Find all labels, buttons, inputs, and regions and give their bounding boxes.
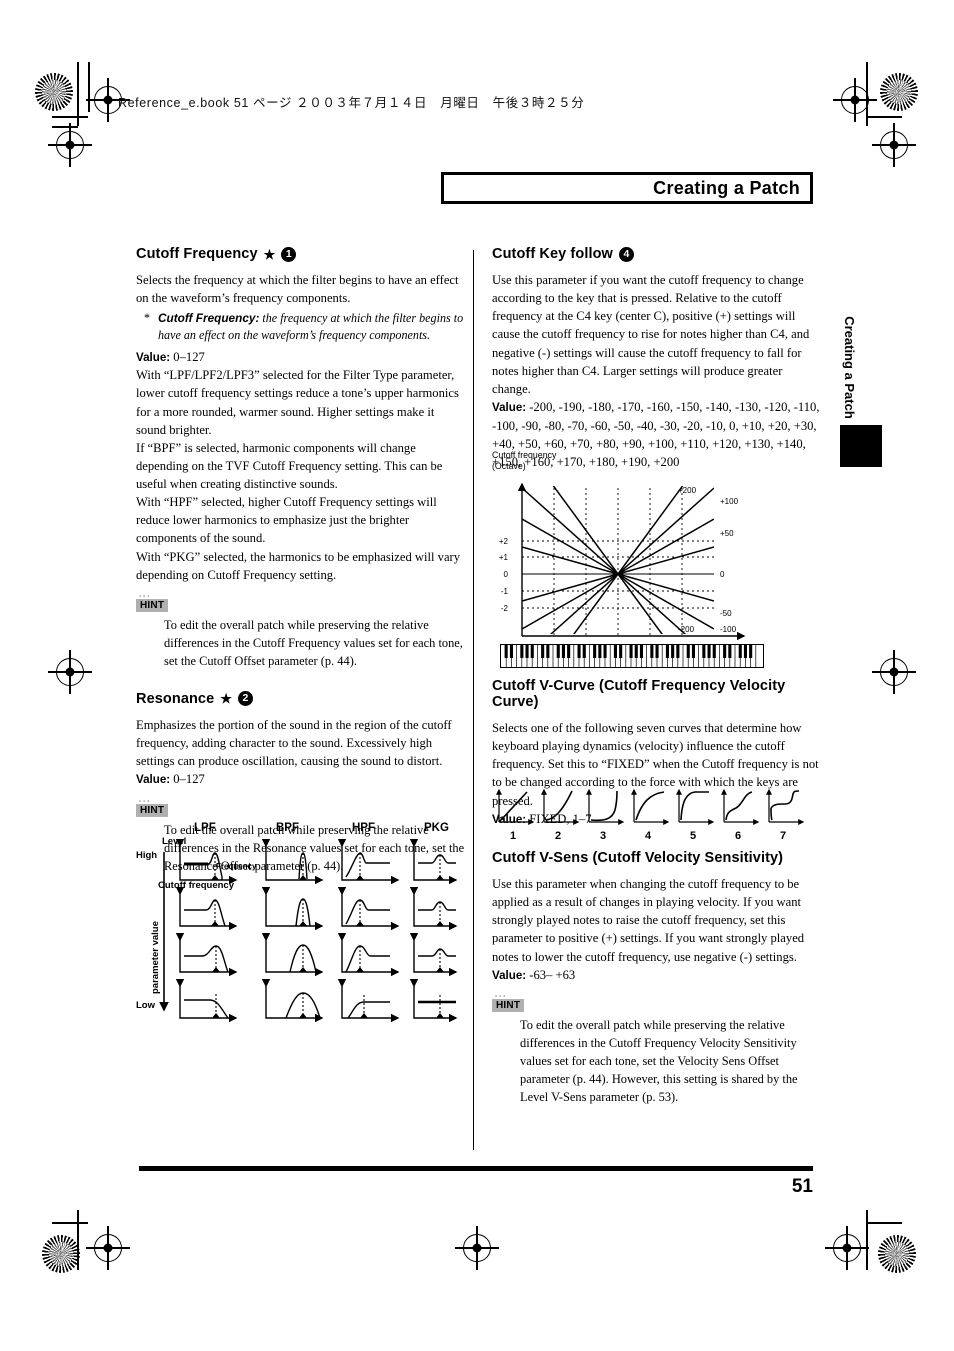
cutoff-frequency-para-1: If “BPF” is selected, harmonic component…	[136, 440, 443, 492]
footer-rule	[139, 1166, 813, 1171]
scan-header-text: Reference_e.book 51 ページ ２００３年７月１４日 月曜日 午…	[118, 96, 585, 110]
heading-text: Cutoff Frequency	[136, 246, 258, 262]
hint-text: To edit the overall patch while preservi…	[164, 617, 463, 668]
star-icon: ★	[263, 246, 276, 262]
heading-text: Cutoff V-Curve (Cutoff Frequency Velocit…	[492, 678, 786, 710]
halftone-target-icon	[35, 73, 73, 111]
velocity-curve-number-7: 7	[779, 830, 787, 842]
callout-number: 4	[618, 246, 634, 262]
velocity-curve-number-4: 4	[644, 830, 652, 842]
halftone-target-icon	[878, 1235, 916, 1273]
value-text: 0–127	[170, 772, 205, 787]
hint-badge: HINT	[136, 799, 169, 817]
right-column-vsens: Cutoff V-Sens (Cutoff Velocity Sensitivi…	[492, 850, 822, 1107]
piano-keyboard-svg	[501, 645, 763, 667]
registration-crosshair-icon	[833, 78, 877, 122]
velocity-curve-number-2: 2	[554, 830, 562, 842]
callout-number: 1	[281, 246, 297, 262]
callout-number: 2	[238, 691, 254, 707]
svg-text:+50: +50	[720, 529, 734, 538]
heading-cutoff-frequency: Cutoff Frequency ★ 1	[136, 246, 466, 262]
star-icon: ★	[220, 691, 233, 707]
side-tab-block	[840, 425, 882, 467]
side-tab-label: Creating a Patch	[841, 315, 857, 419]
heading-text: Resonance	[136, 690, 215, 707]
heading-resonance: Resonance ★ 2	[136, 691, 466, 707]
graph-caption-line1: Cutoff frequency	[492, 450, 557, 460]
heading-cutoff-v-curve: Cutoff V-Curve (Cutoff Frequency Velocit…	[492, 678, 822, 710]
graph-caption-line2: (Octave)	[492, 461, 526, 471]
piano-keyboard-figure	[500, 644, 764, 668]
value-text: 0–127	[170, 349, 205, 364]
halftone-target-icon	[42, 1235, 80, 1273]
svg-text:+200: +200	[678, 486, 697, 495]
svg-text:-2: -2	[501, 604, 509, 613]
resonance-intro: Emphasizes the portion of the sound in t…	[136, 717, 452, 768]
cutoff-frequency-para-0: With “LPF/LPF2/LPF3” selected for the Fi…	[136, 368, 459, 437]
registration-crosshair-icon	[825, 1226, 869, 1270]
value-label: Value:	[136, 350, 171, 364]
note-term: Cutoff Frequency:	[158, 311, 260, 326]
heading-cutoff-key-follow: Cutoff Key follow 4	[492, 246, 822, 262]
key-follow-svg: +2 +1 0 -1 -2 C1 C2 C3 C4 C5 C6 C7 Key +…	[499, 482, 746, 652]
hint-cutoff-v-sens: HINT To edit the overall patch while pre…	[492, 994, 822, 1107]
heading-text: Cutoff Key follow	[492, 246, 613, 262]
registration-crosshair-icon	[872, 123, 916, 167]
filter-curves-svg	[159, 839, 458, 1023]
value-label: Value:	[492, 968, 527, 982]
svg-text:0: 0	[504, 570, 509, 579]
left-column: Cutoff Frequency ★ 1 Selects the frequen…	[136, 246, 466, 876]
heading-text: Cutoff V-Sens (Cutoff Velocity Sensitivi…	[492, 850, 784, 866]
hint-text: To edit the overall patch while preservi…	[520, 1018, 798, 1105]
right-column: Cutoff Key follow 4 Use this parameter i…	[492, 246, 822, 471]
running-head-box: Creating a Patch	[441, 172, 813, 204]
velocity-curve-number-1: 1	[509, 830, 517, 842]
hint-badge: HINT	[136, 594, 169, 612]
column-divider	[473, 250, 474, 1150]
asterisk-icon: *	[144, 311, 151, 326]
svg-text:+1: +1	[499, 553, 509, 562]
hint-badge: HINT	[492, 994, 525, 1013]
cutoff-frequency-para-2: With “HPF” selected, higher Cutoff Frequ…	[136, 495, 437, 546]
running-head-text: Creating a Patch	[653, 177, 800, 198]
svg-text:+100: +100	[720, 497, 739, 506]
cutoff-frequency-intro: Selects the frequency at which the filte…	[136, 273, 459, 306]
cutoff-frequency-para-3: With “PKG” selected, the harmonics to be…	[136, 549, 461, 582]
velocity-curves-svg	[496, 788, 805, 825]
value-text: -63– +63	[526, 967, 576, 982]
cutoff-v-sens-intro: Use this parameter when changing the cut…	[492, 877, 805, 964]
filter-response-figure: LPF BPF HPF PKG Level High Frequency Cut…	[136, 822, 458, 1034]
halftone-target-icon	[880, 73, 918, 111]
svg-text:-200: -200	[678, 625, 695, 634]
velocity-curve-number-3: 3	[599, 830, 607, 842]
key-follow-graph: Cutoff frequency (Octave) +2 +1 0 -1 -2 …	[492, 450, 772, 665]
cutoff-key-follow-intro: Use this parameter if you want the cutof…	[492, 273, 810, 396]
velocity-curve-number-6: 6	[734, 830, 742, 842]
cutoff-v-sens-value: Value: -63– +63	[492, 966, 822, 985]
svg-text:-50: -50	[720, 609, 732, 618]
svg-text:-100: -100	[720, 625, 737, 634]
registration-crosshair-icon	[86, 1226, 130, 1270]
svg-text:0: 0	[720, 570, 725, 579]
velocity-curve-number-5: 5	[689, 830, 697, 842]
value-label: Value:	[492, 400, 527, 414]
heading-cutoff-v-sens: Cutoff V-Sens (Cutoff Velocity Sensitivi…	[492, 850, 822, 866]
cutoff-frequency-value: Value: 0–127	[136, 348, 466, 367]
hint-cutoff-frequency: HINT To edit the overall patch while pre…	[136, 594, 466, 671]
svg-text:+2: +2	[499, 537, 509, 546]
registration-crosshair-icon	[48, 123, 92, 167]
cutoff-frequency-note: * Cutoff Frequency: the frequency at whic…	[136, 310, 466, 344]
page-number: 51	[791, 1176, 813, 1197]
value-label: Value:	[136, 773, 171, 787]
velocity-curve-figure: 1 2 3 4 5 6 7	[496, 786, 807, 846]
document-page: Reference_e.book 51 ページ ２００３年７月１４日 月曜日 午…	[0, 0, 954, 1351]
resonance-value: Value: 0–127	[136, 770, 466, 789]
svg-text:-1: -1	[501, 587, 509, 596]
